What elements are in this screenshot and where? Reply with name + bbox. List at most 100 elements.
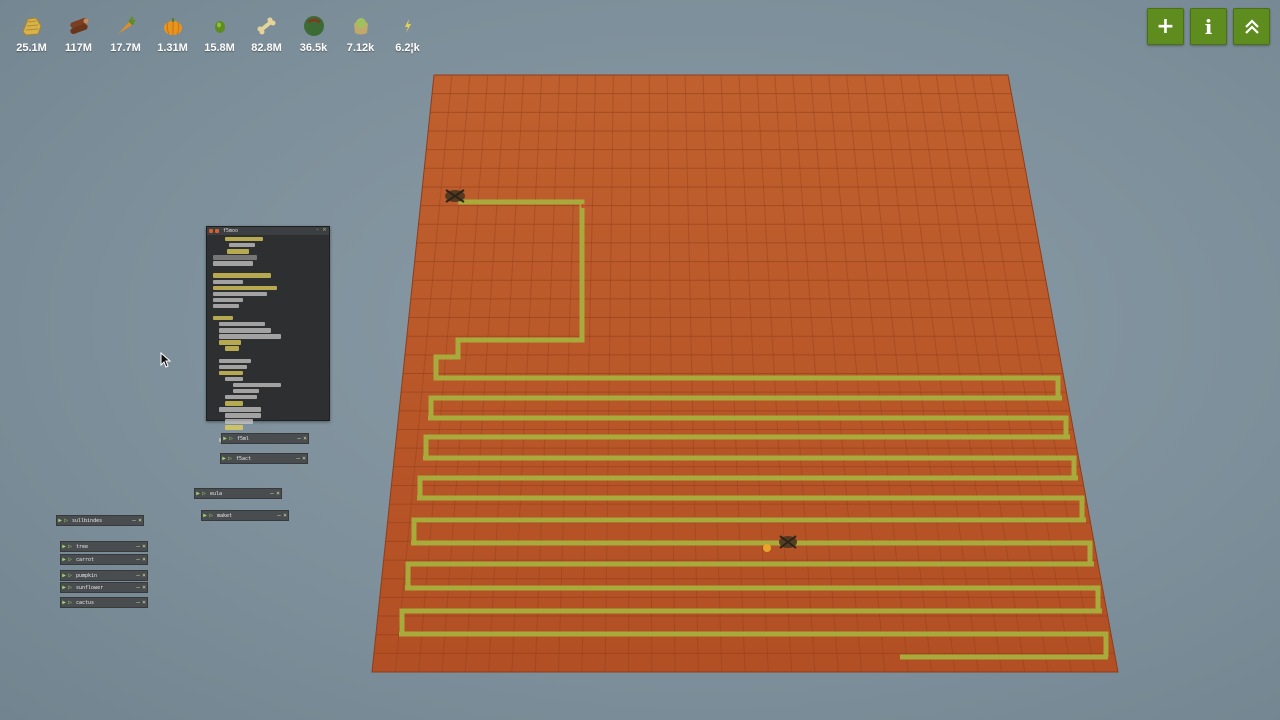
resource-bone: 82.8M — [243, 14, 290, 54]
drone-top — [445, 189, 465, 203]
script-name: eula — [210, 490, 223, 497]
add-window-button[interactable]: + — [1147, 8, 1184, 45]
code-line — [219, 358, 251, 363]
script-window[interactable]: ▶ ▷ f5act – × — [220, 453, 308, 464]
code-line — [213, 285, 277, 291]
resource-value: 36.5k — [299, 42, 328, 54]
script-name: cactus — [76, 599, 95, 606]
step-icon[interactable]: ▷ — [67, 572, 73, 579]
code-line — [225, 419, 253, 424]
step-icon[interactable]: ▷ — [228, 435, 234, 442]
close-icon[interactable]: × — [275, 490, 281, 497]
close-icon[interactable]: × — [302, 435, 308, 442]
step-icon[interactable]: ▷ — [208, 512, 214, 519]
script-name: maket — [217, 512, 233, 519]
resource-value: 7.12k — [346, 42, 375, 54]
step-icon[interactable]: ▷ — [63, 517, 69, 524]
close-icon[interactable]: × — [282, 512, 288, 519]
code-line — [213, 297, 243, 303]
close-icon[interactable]: × — [141, 599, 147, 606]
code-editor-window[interactable]: f5moo – × — [206, 226, 330, 442]
code-line — [233, 388, 259, 394]
code-line — [219, 334, 281, 339]
info-button[interactable]: i — [1190, 8, 1227, 45]
step-icon[interactable] — [215, 229, 219, 233]
resource-wood: 117M — [55, 14, 102, 54]
resource-value: 25.1M — [16, 42, 47, 54]
code-line — [213, 303, 239, 309]
close-icon[interactable]: × — [137, 517, 143, 524]
step-icon[interactable]: ▷ — [227, 455, 233, 462]
apple-item — [763, 544, 771, 552]
resource-value: 82.8M — [251, 42, 282, 54]
script-name: f5act — [236, 455, 252, 462]
code-line — [225, 395, 257, 400]
resource-cactus: 36.5k — [290, 14, 337, 54]
code-line — [219, 340, 241, 345]
window-controls: – × — [315, 228, 327, 233]
code-line — [213, 255, 257, 260]
code-line — [225, 425, 243, 430]
script-window[interactable]: ▶ ▷ tree – × — [60, 541, 148, 552]
code-window-title: f5moo — [223, 228, 239, 234]
resource-value: 17.7M — [110, 42, 141, 54]
carrot-icon — [114, 14, 138, 38]
resource-value: 6.2¦k — [395, 42, 420, 54]
resource-power: 6.2¦k — [384, 14, 431, 54]
step-icon[interactable]: ▷ — [201, 490, 207, 497]
weird-substance-icon — [349, 14, 373, 38]
script-window[interactable]: ▶ ▷ carrot – × — [60, 554, 148, 565]
step-icon[interactable]: ▷ — [67, 556, 73, 563]
close-icon[interactable]: × — [301, 455, 307, 462]
code-line — [213, 273, 271, 278]
script-window[interactable]: ▶ ▷ pumpkin – × — [60, 570, 148, 581]
script-window[interactable]: ▶ ▷ sullbindes – × — [56, 515, 144, 526]
step-icon[interactable]: ▷ — [67, 543, 73, 550]
drone-bottom — [779, 535, 797, 549]
code-line — [225, 401, 243, 406]
script-window[interactable]: ▶ ▷ sunflower – × — [60, 582, 148, 593]
bone-icon — [255, 14, 279, 38]
code-line — [219, 322, 265, 327]
code-line — [219, 407, 261, 412]
close-icon[interactable]: × — [141, 556, 147, 563]
minimize-icon[interactable]: – — [315, 228, 320, 233]
script-name: f5ml — [237, 435, 250, 442]
script-window[interactable]: ▶ ▷ cactus – × — [60, 597, 148, 608]
close-icon[interactable]: × — [141, 584, 147, 591]
code-line — [213, 261, 253, 266]
pumpkin-icon — [161, 14, 185, 38]
step-icon[interactable]: ▷ — [67, 599, 73, 606]
code-line — [225, 413, 261, 418]
script-window[interactable]: ▶ ▷ maket – × — [201, 510, 289, 521]
code-line — [225, 237, 263, 242]
script-name: carrot — [76, 556, 95, 563]
double-chevron-up-icon — [1244, 18, 1259, 34]
top-right-toolbar: + i — [1147, 8, 1270, 45]
expand-button[interactable] — [1233, 8, 1270, 45]
run-icon[interactable] — [209, 229, 213, 233]
resource-carrot: 17.7M — [102, 14, 149, 54]
step-icon[interactable]: ▷ — [67, 584, 73, 591]
code-line — [213, 279, 243, 284]
script-window[interactable]: ▶ ▷ eula – × — [194, 488, 282, 499]
code-line — [213, 291, 267, 297]
resource-bar: 25.1M 117M 17.7M 1.31M 15.8M 82.8M 36.5k… — [8, 14, 431, 54]
close-icon[interactable]: × — [141, 572, 147, 579]
code-body[interactable] — [207, 235, 329, 446]
close-icon[interactable]: × — [141, 543, 147, 550]
code-line — [219, 364, 247, 370]
code-line — [213, 316, 233, 321]
resource-value: 117M — [65, 42, 92, 54]
resource-pumpkin: 1.31M — [149, 14, 196, 54]
close-icon[interactable]: × — [322, 228, 327, 233]
code-window-titlebar[interactable]: f5moo – × — [207, 227, 329, 235]
code-line — [225, 346, 239, 351]
resource-value: 1.31M — [157, 42, 188, 54]
code-line — [219, 328, 271, 333]
script-name: sullbindes — [72, 517, 103, 524]
script-name: tree — [76, 543, 89, 550]
farm-field — [371, 74, 1119, 673]
mouse-cursor-icon — [160, 352, 172, 368]
script-window[interactable]: ▶ ▷ f5ml – × — [221, 433, 309, 444]
